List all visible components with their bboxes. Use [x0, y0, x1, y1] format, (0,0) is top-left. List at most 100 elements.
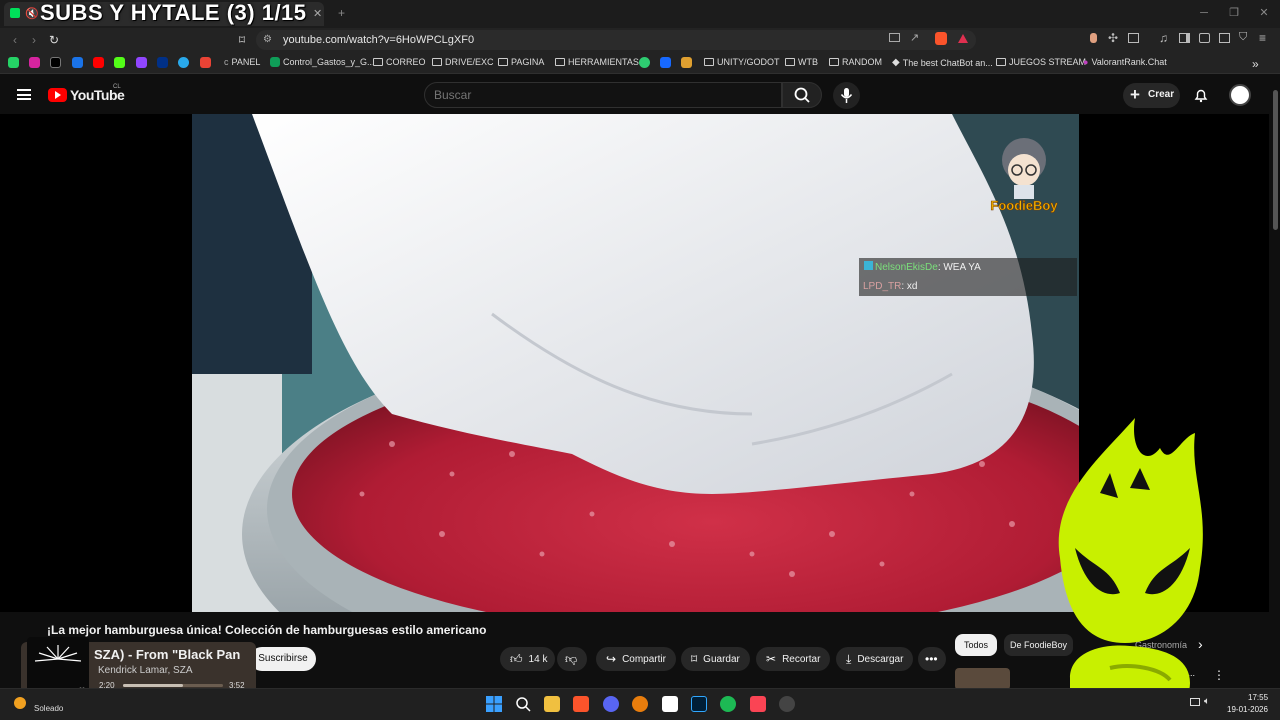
restore-icon[interactable]: ❐ [1227, 6, 1241, 20]
search-input[interactable] [434, 88, 764, 102]
download-icon: ⤓ [846, 651, 852, 666]
taskbar-search-icon[interactable] [515, 696, 531, 712]
voice-search-button[interactable] [833, 82, 860, 109]
dislike-button[interactable]: 👎︎ [557, 647, 587, 671]
notifications-bell-icon[interactable] [1193, 87, 1209, 103]
new-tab-icon[interactable]: + [338, 6, 345, 20]
scissors-icon: ✂ [766, 652, 777, 666]
bookmark-unity-godot[interactable]: UNITY/GODOT [704, 57, 780, 67]
file-explorer-icon[interactable] [544, 696, 560, 712]
forward-icon[interactable]: › [27, 33, 41, 47]
cast-icon[interactable] [889, 33, 900, 42]
clock-time[interactable]: 17:55 [1248, 693, 1268, 702]
brave-shields-icon[interactable] [935, 32, 947, 45]
more-vertical-icon[interactable]: ⋮ [1213, 668, 1225, 682]
blender-icon[interactable] [632, 696, 648, 712]
clip-button[interactable]: ✂ Recortar [756, 647, 831, 671]
bookmark-random[interactable]: RANDOM [829, 57, 882, 67]
bookmark-valorantrank[interactable]: ● ValorantRank.Chat [1083, 57, 1167, 67]
bookmark-correo[interactable]: CORREO [373, 57, 426, 67]
chat-username: NelsonEkisDe [875, 262, 938, 273]
brave-rewards-icon[interactable] [958, 34, 968, 43]
bookmark-juegos-stream[interactable]: JUEGOS STREAM [996, 57, 1086, 67]
search-button[interactable] [782, 82, 822, 108]
menu-icon[interactable]: ≡ [1259, 31, 1266, 45]
instagram-icon[interactable] [29, 57, 40, 68]
now-playing-title: SZA) - From "Black Pan [94, 647, 241, 662]
twitch-icon[interactable] [136, 57, 147, 68]
subscribe-button[interactable]: Suscribirse [250, 647, 316, 671]
region-code: CL [113, 84, 121, 90]
volume-icon[interactable]: 🔈︎ [1204, 696, 1210, 707]
media-control-icon[interactable]: ♫ [1159, 31, 1168, 45]
minimize-icon[interactable]: ─ [1197, 6, 1211, 20]
valorant-icon[interactable] [750, 696, 766, 712]
site-info-icon[interactable]: ⚙ [263, 34, 272, 45]
extension-icon[interactable] [1090, 33, 1097, 43]
bookmark-site-icon-2[interactable] [681, 57, 692, 68]
obs-icon[interactable] [779, 696, 795, 712]
scrollbar-thumb[interactable] [1273, 90, 1278, 230]
bookmark-site-icon[interactable] [639, 57, 650, 68]
weather-sun-icon[interactable] [14, 697, 26, 709]
paypal-icon[interactable] [157, 57, 168, 68]
window-close-icon[interactable]: ✕ [1257, 6, 1271, 20]
more-bookmarks-icon[interactable]: » [1252, 57, 1259, 71]
chat-username: LPD_TR [863, 281, 902, 292]
photoshop-icon[interactable] [691, 696, 707, 712]
account-avatar[interactable] [1229, 84, 1251, 106]
back-icon[interactable]: ‹ [8, 33, 22, 47]
guide-menu-icon[interactable] [17, 89, 31, 100]
plus-icon: + [1130, 85, 1140, 104]
youtube-bookmark-icon[interactable] [93, 57, 104, 68]
bookmark-icon[interactable]: ⌑ [235, 33, 249, 47]
start-windows-icon[interactable] [486, 696, 502, 712]
brave-browser-icon[interactable] [573, 696, 589, 712]
bookmark-pagina[interactable]: PAGINA [498, 57, 544, 67]
spotify-icon[interactable] [720, 696, 736, 712]
share-icon: ↪ [606, 652, 617, 666]
more-actions-button[interactable]: ••• [918, 647, 946, 671]
search-icon [794, 87, 810, 103]
bookmark-herramientas[interactable]: HERRAMIENTAS [555, 57, 639, 67]
vpn-shield-icon[interactable]: ⛉ [1239, 31, 1247, 44]
like-button[interactable]: 👍︎ 14 k [500, 647, 555, 671]
chip-todos[interactable]: Todos [955, 634, 997, 656]
video-player[interactable] [192, 114, 1079, 612]
download-button[interactable]: ⤓ Descargar [836, 647, 914, 671]
microphone-icon [840, 88, 853, 103]
discord-icon[interactable] [603, 696, 619, 712]
url-text: youtube.com/watch?v=6HoWPCLgXF0 [283, 34, 475, 46]
wallet-icon[interactable] [1199, 33, 1210, 43]
save-button[interactable]: ⌑ Guardar [681, 647, 750, 671]
chat-text: : WEA YA [937, 262, 981, 273]
related-video-thumbnail[interactable] [955, 668, 1010, 690]
leo-icon[interactable] [1219, 33, 1230, 43]
telegram-icon[interactable] [178, 57, 189, 68]
bookmark-panel[interactable]: c PANEL [224, 57, 260, 67]
kick-bookmark-icon[interactable] [114, 57, 125, 68]
weather-text[interactable]: Soleado [34, 704, 63, 713]
close-tab-icon[interactable]: ✕ [313, 7, 322, 20]
clock-date[interactable]: 19-01-2026 [1227, 705, 1268, 714]
extensions-puzzle-icon[interactable]: ✣ [1108, 31, 1118, 45]
muted-audio-icon[interactable]: 🔇 [25, 7, 39, 20]
share-button[interactable]: ↪ Compartir [596, 647, 676, 671]
screenshot-icon[interactable] [1128, 33, 1139, 43]
kick-favicon-icon [10, 8, 20, 18]
bookmark-drive[interactable]: DRIVE/EXC [432, 57, 494, 67]
bookmark-wtb[interactable]: WTB [785, 57, 818, 67]
bookmark-control-gastos[interactable]: Control_Gastos_y_G... [270, 57, 375, 67]
gmail-icon[interactable] [200, 57, 211, 68]
notion-icon[interactable] [662, 696, 678, 712]
whatsapp-icon[interactable] [8, 57, 19, 68]
sidebar-toggle-icon[interactable] [1179, 33, 1190, 43]
behance-icon[interactable] [660, 57, 671, 68]
x-twitter-icon[interactable] [50, 57, 61, 68]
share-page-icon[interactable]: ↗ [910, 31, 919, 44]
network-icon[interactable] [1190, 698, 1200, 706]
bookmark-chatbot[interactable]: ◆ The best ChatBot an... [892, 57, 993, 68]
reload-icon[interactable]: ↻ [47, 33, 61, 47]
folder-icon [996, 58, 1006, 66]
mail-icon[interactable] [72, 57, 83, 68]
